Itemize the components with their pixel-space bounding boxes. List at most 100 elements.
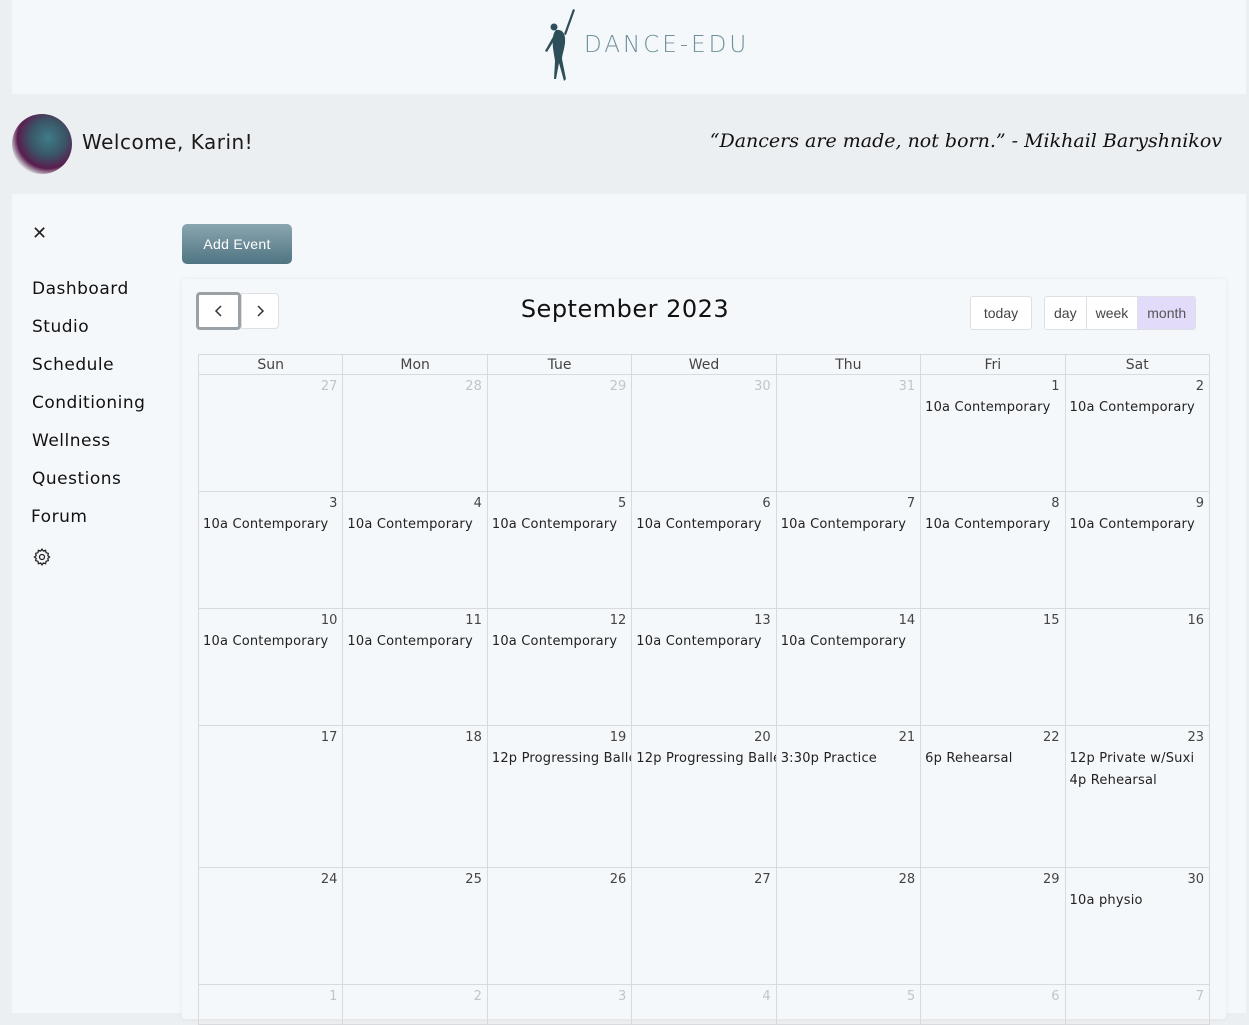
logo[interactable]: DANCE-EDU <box>542 6 749 84</box>
calendar-event[interactable]: 3:30p Practice <box>777 748 920 770</box>
day-cell[interactable]: 6 10a Contemporary <box>631 491 777 609</box>
day-cell[interactable]: 5 10a Contemporary <box>486 491 633 609</box>
day-number[interactable]: 23 <box>1066 726 1209 748</box>
day-number[interactable]: 2 <box>343 985 486 1007</box>
day-cell[interactable]: 7 10a Contemporary <box>775 491 922 609</box>
day-number[interactable]: 9 <box>1066 492 1209 514</box>
day-cell[interactable]: 19 12p Progressing Ballet <box>486 725 633 868</box>
day-number[interactable]: 30 <box>1066 868 1209 890</box>
day-cell[interactable]: 17 <box>197 725 344 868</box>
day-number[interactable]: 18 <box>343 726 486 748</box>
day-number[interactable]: 1 <box>199 985 342 1007</box>
day-cell[interactable]: 10 10a Contemporary <box>197 608 344 726</box>
calendar-event[interactable]: 10a Contemporary <box>199 514 342 536</box>
day-cell[interactable]: 27 <box>631 867 777 985</box>
day-cell[interactable]: 12 10a Contemporary <box>486 608 633 726</box>
day-cell[interactable]: 30 <box>631 374 777 492</box>
calendar-event[interactable]: 10a Contemporary <box>1066 514 1209 536</box>
day-number[interactable]: 21 <box>777 726 920 748</box>
calendar-event[interactable]: 10a Contemporary <box>632 631 775 653</box>
day-cell[interactable]: 20 12p Progressing Ballet <box>631 725 777 868</box>
day-number[interactable]: 6 <box>632 492 775 514</box>
calendar-event[interactable]: 10a Contemporary <box>343 631 486 653</box>
day-cell[interactable]: 28 <box>342 374 488 492</box>
calendar-event[interactable]: 4p Rehearsal <box>1066 770 1209 792</box>
day-number[interactable]: 14 <box>777 609 920 631</box>
day-number[interactable]: 1 <box>921 375 1064 397</box>
day-cell[interactable]: 24 <box>197 867 344 985</box>
calendar-event[interactable]: 10a Contemporary <box>1066 397 1209 419</box>
day-number[interactable]: 20 <box>632 726 775 748</box>
view-day-button[interactable]: day <box>1045 297 1087 329</box>
day-number[interactable]: 28 <box>343 375 486 397</box>
day-number[interactable]: 15 <box>921 609 1064 631</box>
day-number[interactable]: 7 <box>1066 985 1209 1007</box>
sidebar-item-questions[interactable]: Questions <box>32 469 121 489</box>
day-number[interactable]: 11 <box>343 609 486 631</box>
day-number[interactable]: 4 <box>343 492 486 514</box>
day-cell[interactable]: 1 <box>197 984 344 1025</box>
gear-icon[interactable] <box>32 547 52 567</box>
day-number[interactable]: 7 <box>777 492 920 514</box>
day-number[interactable]: 3 <box>488 985 631 1007</box>
calendar-event[interactable]: 10a Contemporary <box>921 397 1064 419</box>
day-cell[interactable]: 4 10a Contemporary <box>342 491 488 609</box>
day-number[interactable]: 27 <box>199 375 342 397</box>
day-cell[interactable]: 11 10a Contemporary <box>342 608 488 726</box>
day-number[interactable]: 27 <box>632 868 775 890</box>
calendar-event[interactable]: 10a Contemporary <box>921 514 1064 536</box>
day-number[interactable]: 26 <box>488 868 631 890</box>
day-number[interactable]: 16 <box>1066 609 1209 631</box>
avatar[interactable] <box>12 114 72 174</box>
day-number[interactable]: 12 <box>488 609 631 631</box>
day-number[interactable]: 29 <box>921 868 1064 890</box>
day-number[interactable]: 28 <box>777 868 920 890</box>
day-cell[interactable]: 23 12p Private w/Suxi 4p Rehearsal <box>1064 725 1211 868</box>
day-number[interactable]: 6 <box>921 985 1064 1007</box>
close-icon[interactable]: ✕ <box>32 225 48 243</box>
day-cell[interactable]: 29 <box>920 867 1066 985</box>
calendar-event[interactable]: 10a Contemporary <box>777 631 920 653</box>
day-number[interactable]: 17 <box>199 726 342 748</box>
day-cell[interactable]: 4 <box>631 984 777 1025</box>
day-number[interactable]: 29 <box>488 375 631 397</box>
day-cell[interactable]: 13 10a Contemporary <box>631 608 777 726</box>
day-cell[interactable]: 7 <box>1064 984 1211 1025</box>
day-cell[interactable]: 27 <box>197 374 344 492</box>
day-number[interactable]: 24 <box>199 868 342 890</box>
calendar-event[interactable]: 12p Private w/Suxi <box>1066 748 1209 770</box>
day-cell[interactable]: 2 10a Contemporary <box>1064 374 1211 492</box>
sidebar-item-schedule[interactable]: Schedule <box>32 355 114 375</box>
calendar-event[interactable]: 10a Contemporary <box>488 631 631 653</box>
calendar-event[interactable]: 10a Contemporary <box>488 514 631 536</box>
calendar-event[interactable]: 10a Contemporary <box>632 514 775 536</box>
day-number[interactable]: 4 <box>632 985 775 1007</box>
day-cell[interactable]: 29 <box>486 374 633 492</box>
sidebar-item-studio[interactable]: Studio <box>32 317 89 337</box>
day-number[interactable]: 10 <box>199 609 342 631</box>
calendar-event[interactable]: 10a physio <box>1066 890 1209 912</box>
day-number[interactable]: 2 <box>1066 375 1209 397</box>
day-cell[interactable]: 31 <box>775 374 922 492</box>
day-cell[interactable]: 3 10a Contemporary <box>197 491 344 609</box>
calendar-event[interactable]: 10a Contemporary <box>343 514 486 536</box>
day-cell[interactable]: 8 10a Contemporary <box>920 491 1066 609</box>
sidebar-item-conditioning[interactable]: Conditioning <box>32 393 145 413</box>
day-cell[interactable]: 28 <box>775 867 922 985</box>
day-number[interactable]: 25 <box>343 868 486 890</box>
day-cell[interactable]: 14 10a Contemporary <box>775 608 922 726</box>
day-cell[interactable]: 25 <box>342 867 488 985</box>
day-cell[interactable]: 5 <box>775 984 922 1025</box>
day-number[interactable]: 5 <box>777 985 920 1007</box>
day-cell[interactable]: 21 3:30p Practice <box>775 725 922 868</box>
sidebar-item-forum[interactable]: Forum <box>31 507 87 527</box>
add-event-button[interactable]: Add Event <box>182 224 292 264</box>
calendar-event[interactable]: 6p Rehearsal <box>921 748 1064 770</box>
day-number[interactable]: 22 <box>921 726 1064 748</box>
view-week-button[interactable]: week <box>1086 297 1139 329</box>
sidebar-item-wellness[interactable]: Wellness <box>32 431 111 451</box>
day-number[interactable]: 3 <box>199 492 342 514</box>
sidebar-item-dashboard[interactable]: Dashboard <box>32 279 129 299</box>
day-cell[interactable]: 2 <box>342 984 488 1025</box>
day-cell[interactable]: 9 10a Contemporary <box>1064 491 1211 609</box>
